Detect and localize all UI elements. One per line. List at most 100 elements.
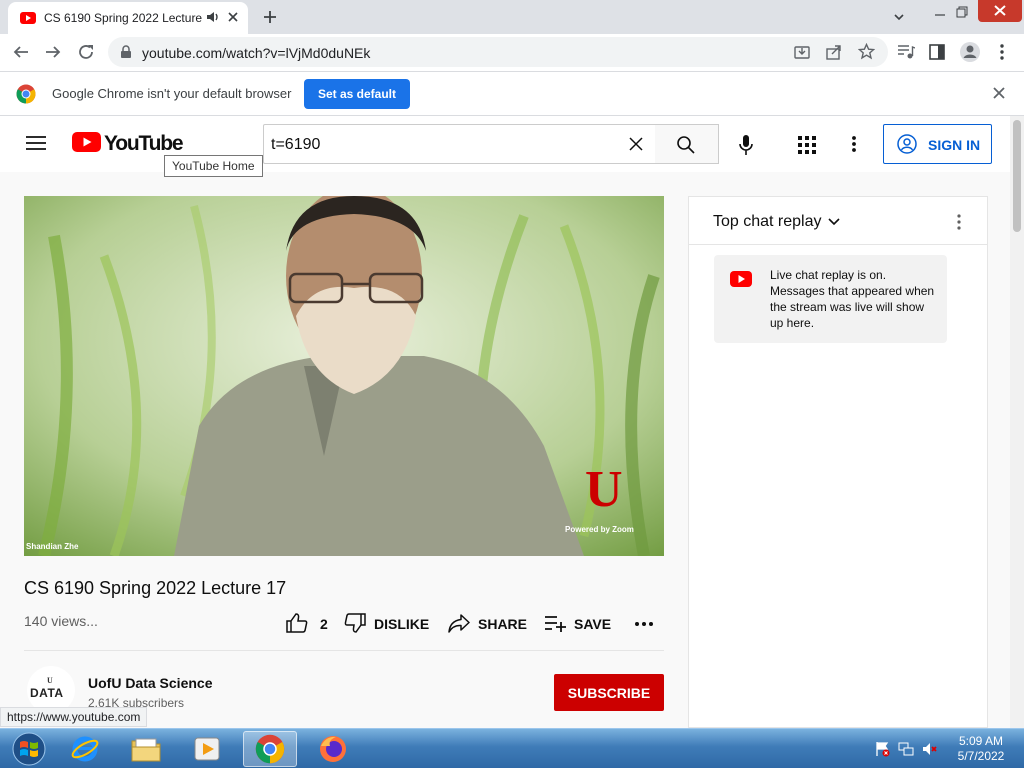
dislike-button[interactable]: DISLIKE — [344, 610, 429, 638]
share-page-icon[interactable] — [826, 44, 842, 65]
speaker-icon[interactable] — [206, 10, 220, 29]
taskbar-file-explorer[interactable] — [119, 731, 173, 767]
system-clock[interactable]: 5:09 AM 5/7/2022 — [950, 734, 1012, 764]
video-player[interactable]: Shandian Zhe U Powered by Zoom — [24, 196, 664, 556]
search-input[interactable]: t=6190 — [263, 124, 656, 164]
taskbar-media-player[interactable] — [180, 731, 234, 767]
taskbar-firefox[interactable] — [306, 731, 360, 767]
microphone-icon[interactable] — [738, 134, 754, 161]
chat-more-icon[interactable] — [953, 213, 965, 236]
subscribe-button[interactable]: SUBSCRIBE — [554, 674, 664, 711]
page-scrollbar[interactable] — [1010, 116, 1024, 728]
chevron-down-icon — [827, 213, 840, 231]
back-icon[interactable] — [12, 43, 30, 66]
youtube-favicon-icon — [20, 11, 36, 29]
taskbar-chrome[interactable] — [243, 731, 297, 767]
lock-icon[interactable] — [120, 45, 132, 64]
sign-in-button[interactable]: SIGN IN — [883, 124, 992, 164]
thumbs-up-icon — [286, 612, 308, 636]
infobar-message: Google Chrome isn't your default browser — [52, 86, 292, 101]
media-control-icon[interactable] — [897, 44, 916, 65]
account-circle-icon — [897, 134, 917, 157]
share-button[interactable]: SHARE — [448, 610, 527, 638]
save-button[interactable]: SAVE — [544, 610, 611, 638]
youtube-home-tooltip: YouTube Home — [164, 155, 263, 177]
sign-in-label: SIGN IN — [928, 137, 981, 153]
chat-replay-message: Live chat replay is on. Messages that ap… — [770, 268, 935, 330]
zoom-watermark: Powered by Zoom — [565, 525, 634, 534]
set-as-default-button[interactable]: Set as default — [304, 79, 410, 109]
chat-mode-label: Top chat replay — [713, 213, 822, 230]
url-text: youtube.com/watch?v=lVjMd0duNEk — [142, 45, 371, 61]
search-icon — [676, 135, 696, 160]
like-button[interactable]: 2 — [286, 610, 328, 638]
youtube-logo[interactable]: YouTube — [72, 131, 184, 157]
view-count[interactable]: 140 views... — [24, 613, 98, 629]
clock-date: 5/7/2022 — [957, 749, 1005, 763]
more-actions-icon[interactable] — [634, 616, 654, 637]
chrome-menu-icon[interactable] — [996, 42, 1008, 67]
start-button[interactable] — [2, 731, 56, 767]
media-player-icon — [194, 737, 220, 761]
video-frame — [24, 196, 664, 556]
browser-tab[interactable]: CS 6190 Spring 2022 Lecture — [8, 2, 248, 34]
profile-avatar-icon[interactable] — [959, 41, 981, 68]
search-input-value: t=6190 — [271, 136, 321, 153]
internet-explorer-icon — [71, 736, 99, 762]
reload-icon[interactable] — [77, 43, 95, 66]
tab-strip: CS 6190 Spring 2022 Lecture — [0, 0, 1024, 34]
university-logo-watermark: U — [585, 461, 623, 518]
address-bar[interactable]: youtube.com/watch?v=lVjMd0duNEk — [108, 37, 888, 67]
close-tab-icon[interactable] — [226, 10, 240, 29]
default-browser-infobar: Google Chrome isn't your default browser… — [0, 71, 1024, 116]
channel-name[interactable]: UofU Data Science — [88, 675, 212, 691]
chat-header: Top chat replay — [689, 197, 987, 245]
avatar-logo-mark: U — [47, 676, 53, 685]
chat-mode-dropdown[interactable]: Top chat replay — [713, 213, 840, 231]
youtube-header: YouTube t=6190 SIGN IN — [0, 116, 1010, 172]
volume-muted-icon[interactable] — [922, 741, 938, 762]
save-label: SAVE — [574, 616, 612, 632]
forward-icon[interactable] — [44, 43, 62, 66]
participant-name-tag: Shandian Zhe — [26, 542, 79, 551]
youtube-logo-text: YouTube — [104, 132, 184, 155]
chat-replay-notice: Live chat replay is on. Messages that ap… — [714, 255, 947, 343]
playlist-add-icon — [544, 614, 566, 635]
link-status-url: https://www.youtube.com — [0, 707, 148, 727]
tab-title: CS 6190 Spring 2022 Lecture — [44, 11, 203, 25]
minimize-icon[interactable] — [928, 4, 952, 26]
search-button[interactable] — [655, 124, 719, 164]
youtube-badge-icon — [730, 271, 752, 292]
folder-icon — [131, 738, 161, 762]
browser-toolbar: youtube.com/watch?v=lVjMd0duNEk — [0, 34, 1024, 71]
share-label: SHARE — [478, 616, 528, 632]
hamburger-menu-icon[interactable] — [25, 135, 47, 156]
action-center-flag-icon[interactable] — [874, 741, 890, 762]
install-app-icon[interactable] — [794, 44, 810, 65]
restore-icon[interactable] — [950, 2, 974, 24]
clock-time: 5:09 AM — [958, 734, 1004, 748]
chrome-logo-icon — [16, 84, 36, 109]
scrollbar-thumb[interactable] — [1013, 120, 1021, 232]
settings-more-icon[interactable] — [848, 134, 860, 159]
share-arrow-icon — [448, 613, 470, 636]
video-title: CS 6190 Spring 2022 Lecture 17 — [24, 578, 287, 598]
side-panel-icon[interactable] — [929, 44, 945, 65]
meta-divider — [24, 650, 664, 651]
chat-replay-panel: Top chat replay Live chat replay is on. … — [688, 196, 988, 728]
network-icon[interactable] — [898, 741, 914, 762]
taskbar-internet-explorer[interactable] — [58, 731, 112, 767]
bookmark-star-icon[interactable] — [857, 42, 876, 65]
thumbs-down-icon — [344, 612, 366, 636]
new-tab-icon[interactable] — [262, 9, 278, 30]
like-count: 2 — [320, 616, 328, 632]
youtube-play-icon — [72, 131, 101, 157]
tab-search-chevron-icon[interactable] — [892, 10, 906, 29]
close-infobar-icon[interactable] — [992, 86, 1006, 105]
apps-grid-icon[interactable] — [798, 136, 816, 159]
dislike-label: DISLIKE — [374, 616, 430, 632]
clear-search-icon[interactable] — [628, 136, 644, 157]
window-close-button[interactable] — [978, 0, 1022, 22]
windows-start-orb-icon — [12, 732, 46, 766]
avatar-data-text: DATA — [30, 686, 64, 700]
